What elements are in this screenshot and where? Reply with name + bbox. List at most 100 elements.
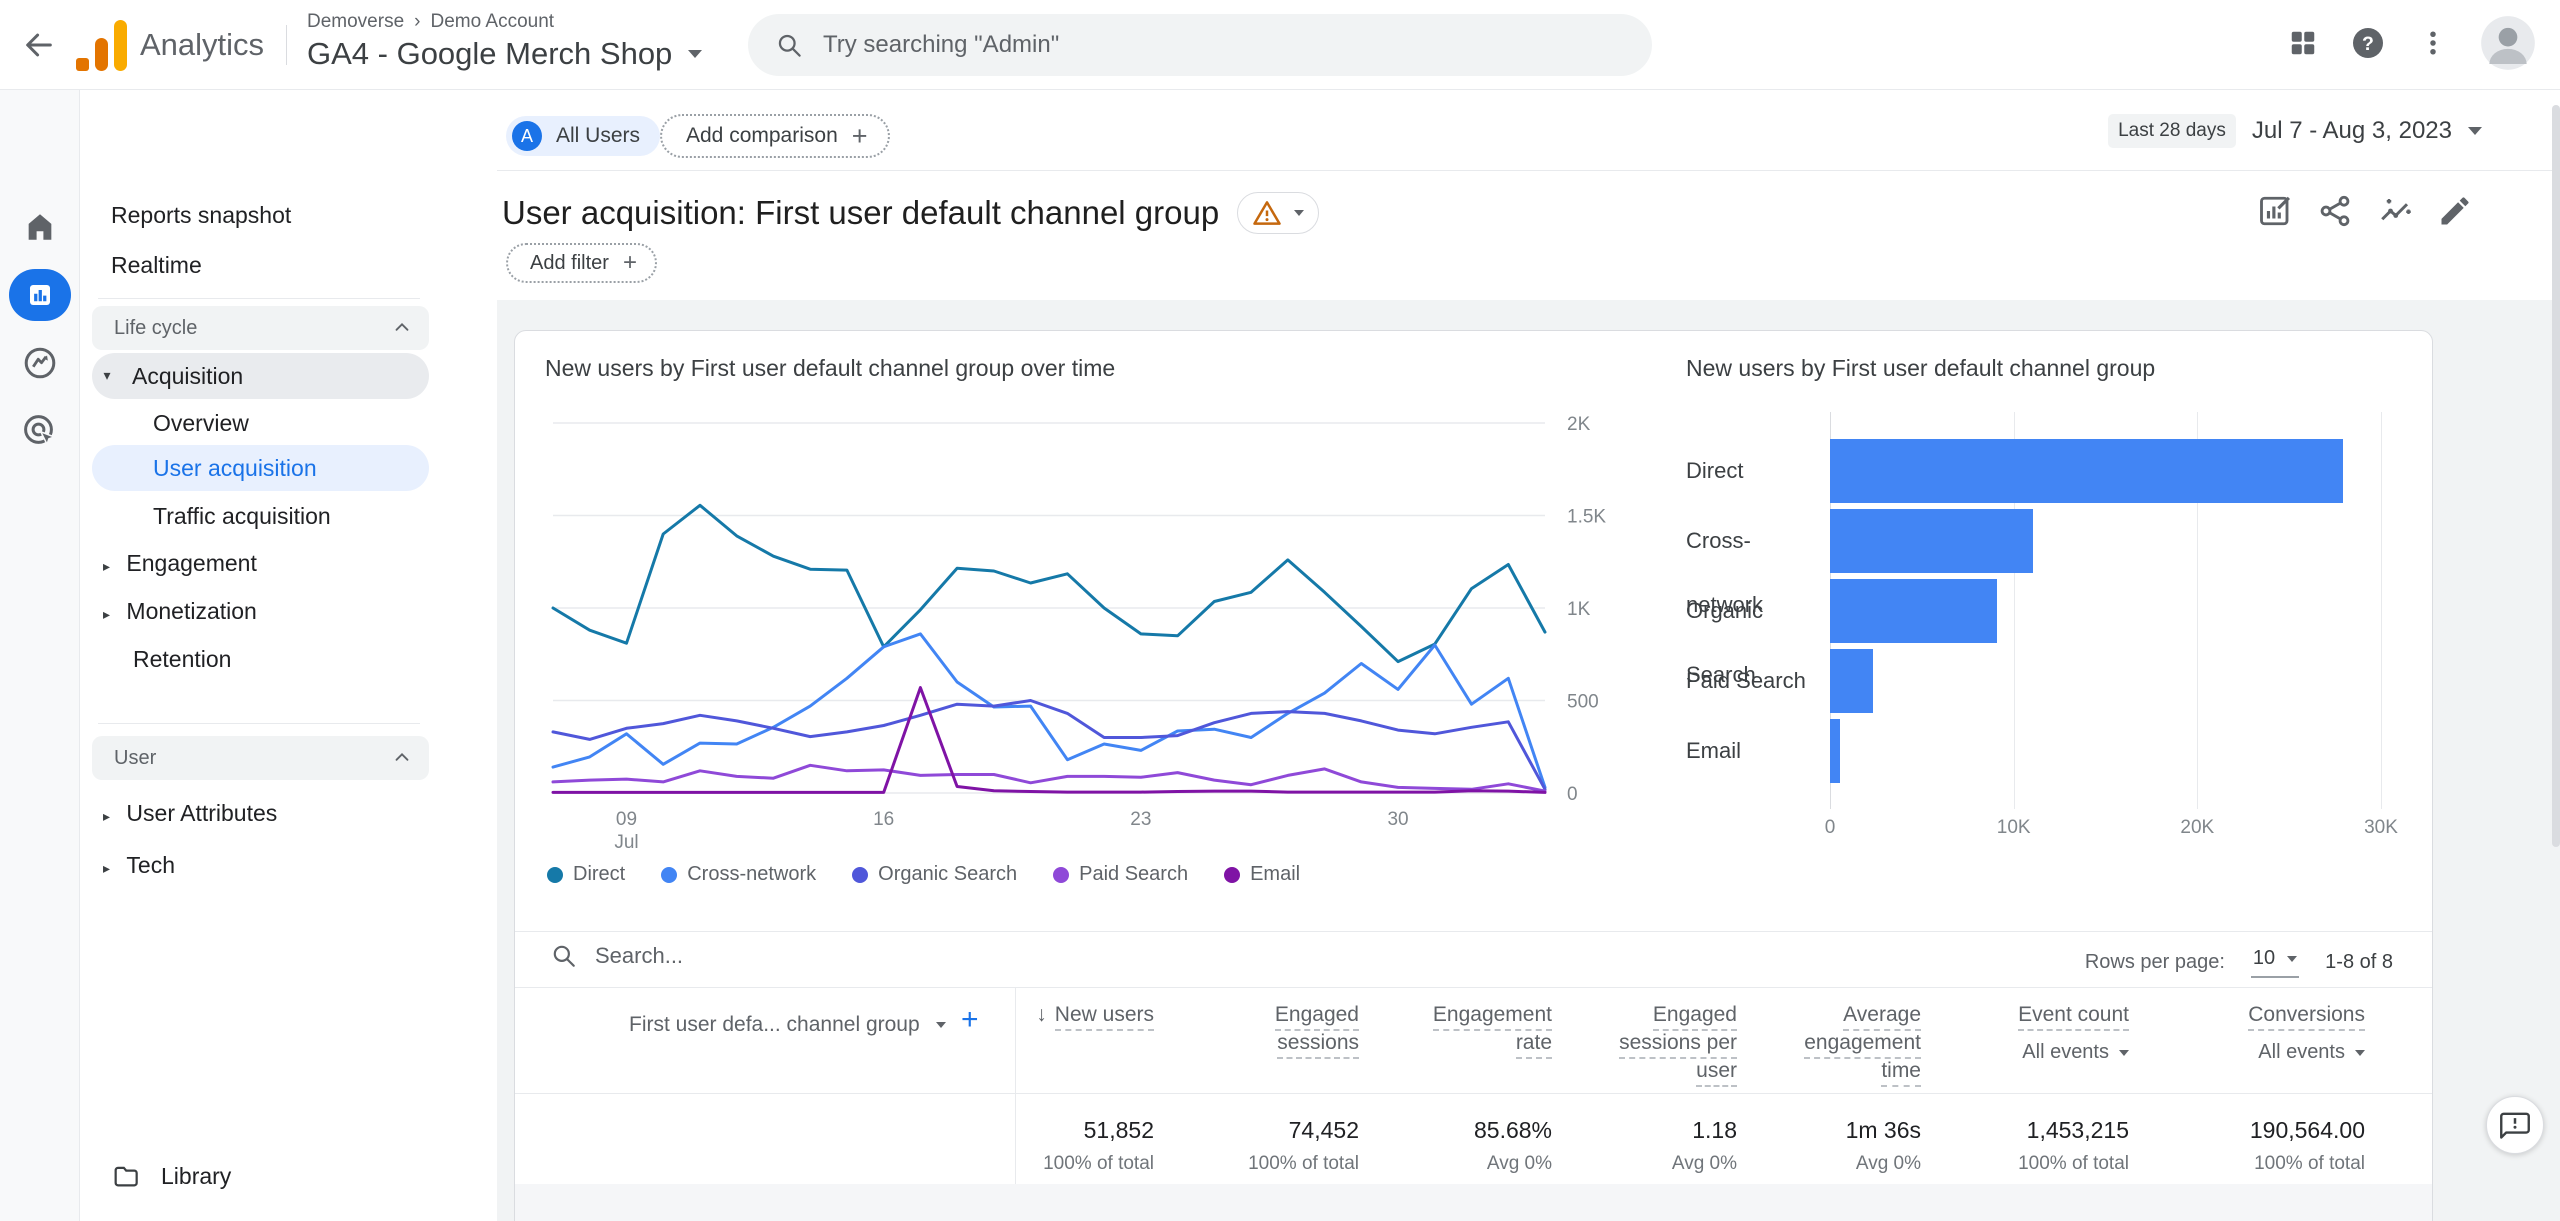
- legend-dot-icon: [1224, 867, 1240, 883]
- avatar[interactable]: [2480, 15, 2536, 76]
- add-filter-button[interactable]: Add filter +: [506, 243, 657, 283]
- insights-icon[interactable]: [2376, 192, 2414, 230]
- bar: [1830, 579, 1997, 643]
- axis-tick-label: 0: [1800, 817, 1860, 839]
- nav-traffic-acquisition[interactable]: Traffic acquisition: [153, 503, 331, 530]
- search-icon: [551, 943, 577, 969]
- bar-category-label: Email: [1686, 719, 1822, 783]
- legend-dot-icon: [852, 867, 868, 883]
- legend-item[interactable]: Cross-network: [661, 863, 816, 886]
- nav-tech[interactable]: ▸ Tech: [103, 852, 175, 879]
- column-header[interactable]: Event countAll events: [2018, 1003, 2129, 1064]
- report-card: New users by First user default channel …: [514, 330, 2433, 1221]
- feedback-button[interactable]: [2486, 1096, 2544, 1154]
- totals-subtext: 100% of total: [2254, 1153, 2365, 1175]
- column-header[interactable]: ConversionsAll events: [2248, 1003, 2365, 1064]
- column-header[interactable]: Engagementrate: [1433, 1003, 1552, 1059]
- nav-user-attributes[interactable]: ▸ User Attributes: [103, 800, 277, 827]
- nav-reports-snapshot[interactable]: Reports snapshot: [111, 202, 291, 229]
- advertising-icon[interactable]: [20, 411, 60, 451]
- chevron-up-icon: [391, 317, 413, 339]
- bar: [1830, 649, 1873, 713]
- totals-value: 190,564.00: [2250, 1117, 2365, 1144]
- analytics-logo-icon[interactable]: [76, 20, 128, 72]
- scrollbar-thumb[interactable]: [2552, 105, 2560, 847]
- nav-library[interactable]: Library: [111, 1162, 231, 1190]
- nav-user-acquisition[interactable]: User acquisition: [92, 445, 429, 491]
- bar-category-label: Organic Search: [1686, 579, 1822, 643]
- org-grid-icon[interactable]: [2288, 28, 2318, 63]
- kebab-menu-icon[interactable]: [2418, 28, 2448, 63]
- reports-icon[interactable]: [9, 269, 71, 321]
- help-icon[interactable]: ?: [2350, 25, 2386, 66]
- nav-section-life-cycle[interactable]: Life cycle: [92, 306, 429, 350]
- metric-filter-dropdown[interactable]: All events: [2022, 1041, 2129, 1064]
- rows-per-page-label: Rows per page:: [2085, 951, 2225, 974]
- table-search-input[interactable]: Search...: [551, 943, 683, 969]
- add-comparison-button[interactable]: Add comparison +: [660, 114, 890, 158]
- svg-text:16: 16: [873, 809, 894, 830]
- legend-item[interactable]: Email: [1224, 863, 1300, 886]
- nav-overview[interactable]: Overview: [153, 410, 249, 437]
- share-icon[interactable]: [2316, 192, 2354, 230]
- bar-chart-title: New users by First user default channel …: [1686, 355, 2155, 382]
- nav-acquisition[interactable]: ▾ Acquisition: [92, 353, 429, 399]
- nav-realtime[interactable]: Realtime: [111, 252, 202, 279]
- report-nav: Reports snapshot Realtime Life cycle ▾ A…: [81, 90, 497, 1221]
- totals-value: 51,852: [1084, 1117, 1154, 1144]
- nav-monetization[interactable]: ▸ Monetization: [103, 598, 257, 625]
- date-range-picker[interactable]: Last 28 days Jul 7 - Aug 3, 2023: [2108, 114, 2482, 148]
- edit-icon[interactable]: [2436, 192, 2474, 230]
- totals-subtext: 100% of total: [2018, 1153, 2129, 1175]
- data-quality-dropdown[interactable]: [1237, 192, 1319, 234]
- search-placeholder: Try searching "Admin": [823, 31, 1059, 59]
- column-header[interactable]: Engagedsessions peruser: [1619, 1003, 1737, 1087]
- explore-icon[interactable]: [20, 343, 60, 383]
- collapsed-arrow-icon: ▸: [103, 809, 110, 825]
- date-preset-badge: Last 28 days: [2108, 114, 2236, 148]
- legend-item[interactable]: Direct: [547, 863, 625, 886]
- chevron-up-icon: [391, 747, 413, 769]
- svg-text:23: 23: [1130, 809, 1151, 830]
- customize-report-icon[interactable]: [2256, 192, 2294, 230]
- table-row[interactable]: 1Direct27,91742,42680.84%1.191m 52s909,1…: [515, 1184, 2432, 1221]
- legend-dot-icon: [1053, 867, 1069, 883]
- totals-value: 1.18: [1692, 1117, 1737, 1144]
- back-icon[interactable]: [16, 22, 62, 68]
- bar: [1830, 509, 2033, 573]
- nav-retention[interactable]: Retention: [133, 646, 231, 673]
- icon-rail: ⚙: [0, 90, 80, 1221]
- chevron-down-icon: [2468, 127, 2482, 135]
- column-header[interactable]: Averageengagementtime: [1804, 1003, 1921, 1087]
- column-header[interactable]: Engagedsessions: [1275, 1003, 1359, 1059]
- segment-chip-all-users[interactable]: A All Users: [506, 116, 660, 156]
- nav-section-user[interactable]: User: [92, 736, 429, 780]
- add-dimension-icon[interactable]: +: [961, 1003, 979, 1037]
- totals-subtext: 100% of total: [1043, 1153, 1154, 1175]
- chevron-down-icon: [2287, 956, 2297, 962]
- property-switcher[interactable]: GA4 - Google Merch Shop: [307, 36, 702, 72]
- legend-item[interactable]: Organic Search: [852, 863, 1017, 886]
- warning-icon: [1252, 198, 1282, 228]
- expanded-arrow-icon: ▾: [92, 368, 122, 384]
- global-search-input[interactable]: Try searching "Admin": [748, 14, 1652, 76]
- plus-icon: +: [623, 251, 637, 275]
- line-chart-title: New users by First user default channel …: [545, 355, 1115, 382]
- nav-engagement[interactable]: ▸ Engagement: [103, 550, 257, 577]
- totals-subtext: Avg 0%: [1487, 1153, 1552, 1175]
- search-placeholder: Search...: [595, 943, 683, 969]
- chart-legend: Direct Cross-network Organic Search Paid Se…: [547, 863, 1300, 886]
- svg-text:500: 500: [1567, 692, 1599, 713]
- sort-desc-icon: ↓: [1036, 1003, 1047, 1026]
- column-header[interactable]: ↓New users: [1036, 1003, 1154, 1031]
- totals-value: 1,453,215: [2027, 1117, 2129, 1144]
- totals-value: 74,452: [1289, 1117, 1359, 1144]
- metric-filter-dropdown[interactable]: All events: [2258, 1041, 2365, 1064]
- axis-tick-label: 10K: [1984, 817, 2044, 839]
- svg-text:30: 30: [1387, 809, 1408, 830]
- segment-avatar: A: [512, 121, 542, 151]
- home-icon[interactable]: [20, 207, 60, 247]
- rows-per-page-select[interactable]: 10: [2251, 947, 2299, 978]
- dimension-column-header[interactable]: First user defa... channel group: [629, 1013, 946, 1037]
- legend-item[interactable]: Paid Search: [1053, 863, 1188, 886]
